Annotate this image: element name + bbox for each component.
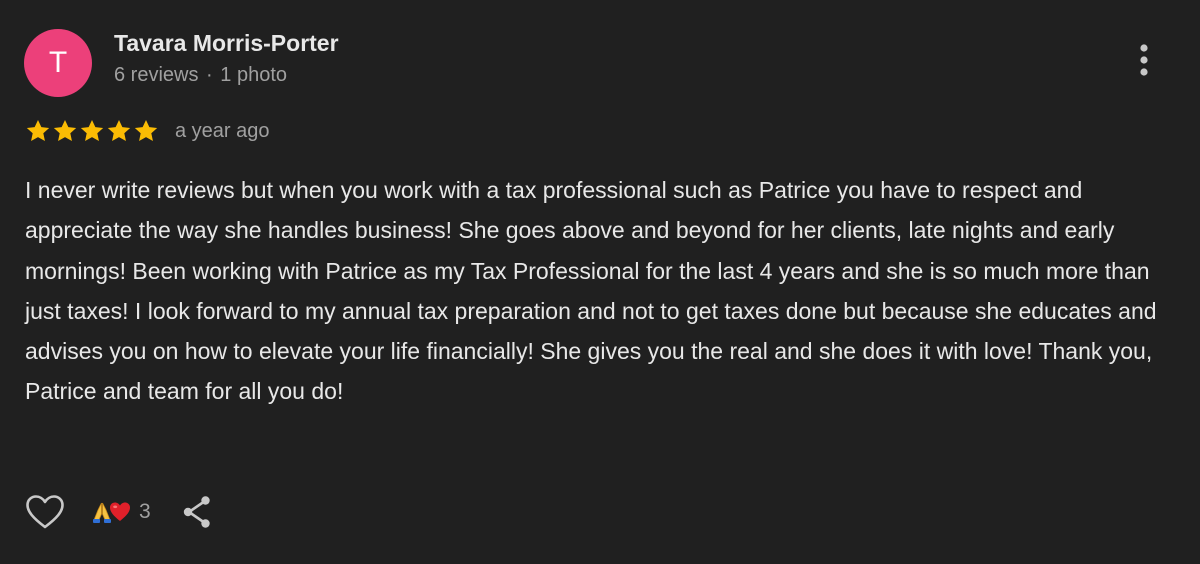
author-name[interactable]: Tavara Morris-Porter	[114, 30, 339, 57]
meta-separator: ·	[206, 64, 213, 86]
share-icon	[183, 496, 210, 528]
star-filled-icon	[80, 119, 104, 141]
reactions[interactable]: 3	[92, 500, 151, 524]
share-button[interactable]	[179, 492, 215, 532]
more-options-button[interactable]	[1120, 36, 1168, 84]
review-text: I never write reviews but when you work …	[25, 177, 1157, 405]
heart-outline-icon	[26, 495, 64, 529]
author-meta: 6 reviews · 1 photo	[114, 64, 287, 87]
star-filled-icon	[26, 119, 50, 141]
reaction-icons	[92, 500, 131, 524]
red-heart-icon	[110, 502, 130, 521]
review-time: a year ago	[175, 119, 270, 142]
star-rating	[25, 118, 159, 144]
more-vert-icon	[1140, 44, 1148, 76]
rating-row: a year ago	[25, 116, 270, 146]
like-button[interactable]	[24, 492, 66, 532]
review-card: T Tavara Morris-Porter 6 reviews · 1 pho…	[0, 0, 1200, 564]
avatar-initial: T	[48, 46, 68, 79]
review-actions: 3	[24, 492, 215, 532]
avatar[interactable]: T	[24, 29, 92, 97]
star-filled-icon	[107, 119, 131, 141]
star-filled-icon	[53, 119, 77, 141]
star-filled-icon	[134, 119, 158, 141]
review-count: 6 reviews	[114, 64, 199, 86]
reaction-count: 3	[139, 500, 151, 523]
photo-count: 1 photo	[220, 64, 288, 86]
